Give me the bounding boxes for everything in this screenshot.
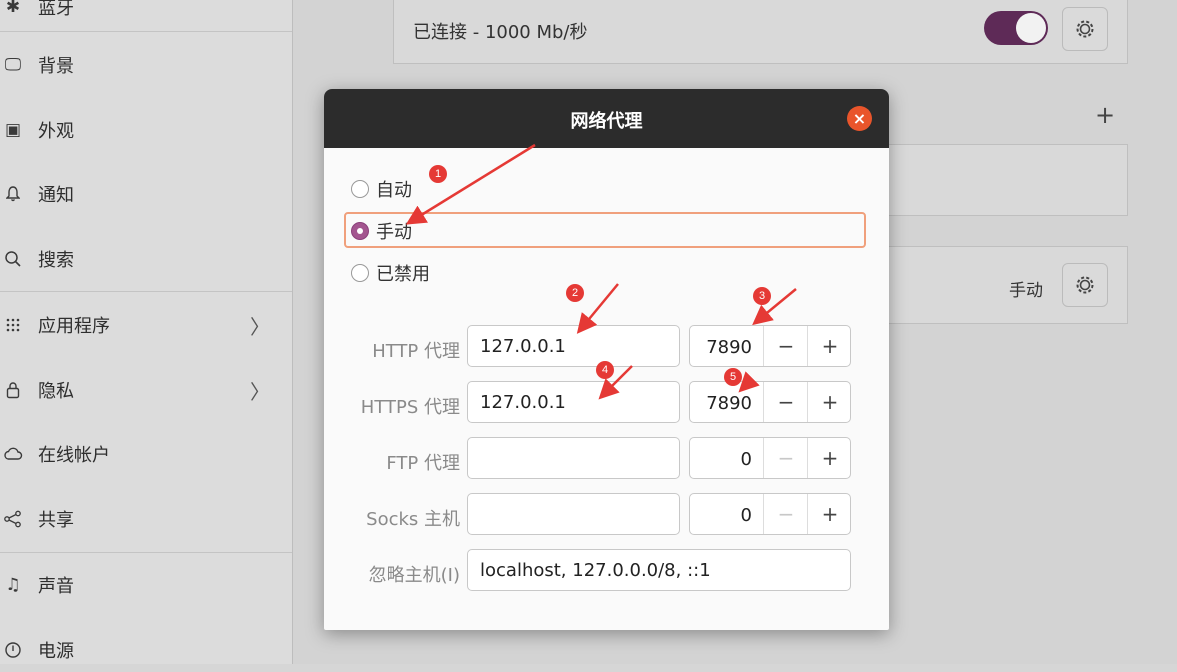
ftp-host-input[interactable] [467, 437, 680, 479]
sidebar-item-label: 外观 [38, 121, 74, 142]
http-proxy-label: HTTP 代理 [372, 341, 460, 362]
radio-label: 已禁用 [376, 264, 430, 285]
radio-label: 自动 [376, 180, 412, 201]
sidebar-item-privacy[interactable]: 隐私 〉 [0, 368, 292, 412]
sidebar-divider [0, 552, 292, 553]
sidebar-item-bluetooth[interactable]: ✱ 蓝牙 [0, 0, 292, 29]
close-button[interactable]: × [847, 106, 872, 131]
port-value[interactable]: 0 [690, 449, 752, 470]
https-host-input[interactable]: 127.0.0.1 [467, 381, 680, 423]
bell-icon [2, 183, 24, 205]
vpn-card [873, 144, 1128, 216]
annotation-badge-2: 2 [566, 284, 584, 302]
socks-host-label: Socks 主机 [366, 509, 460, 530]
sidebar-divider [0, 291, 292, 292]
annotation-badge-5: 5 [724, 368, 742, 386]
dialog-title: 网络代理 [570, 111, 643, 132]
background-icon: 🖵 [4, 55, 22, 75]
sidebar-item-online-accounts[interactable]: 在线帐户 [0, 432, 292, 476]
mode-manual-radio[interactable]: 手动 [351, 218, 412, 244]
close-icon: × [852, 109, 867, 128]
increment-button[interactable]: + [807, 382, 852, 422]
settings-sidebar: ✱ 蓝牙 🖵 背景 ▣ 外观 通知 搜索 应用程序 〉 隐私 〉 在线帐户 共享… [0, 0, 293, 664]
sidebar-item-label: 通知 [38, 185, 74, 206]
radio-label: 手动 [376, 222, 412, 243]
share-icon [2, 508, 24, 530]
wired-connection-card: 已连接 - 1000 Mb/秒 [393, 0, 1128, 64]
sidebar-item-background[interactable]: 🖵 背景 [0, 43, 292, 87]
dialog-header: 网络代理 × [324, 89, 889, 148]
wired-status-text: 已连接 - 1000 Mb/秒 [413, 22, 588, 43]
proxy-card: 手动 [873, 246, 1128, 324]
https-port-spinner[interactable]: 7890 − + [689, 381, 851, 423]
decrement-button[interactable]: − [763, 382, 808, 422]
bluetooth-icon: ✱ [5, 0, 21, 17]
chevron-right-icon: 〉 [250, 314, 270, 339]
annotation-badge-3: 3 [753, 287, 771, 305]
sidebar-item-label: 电源 [38, 641, 74, 662]
socks-port-spinner[interactable]: 0 − + [689, 493, 851, 535]
annotation-badge-1: 1 [429, 165, 447, 183]
wired-settings-button[interactable] [1062, 7, 1108, 51]
sidebar-divider [0, 31, 292, 32]
network-proxy-dialog: 网络代理 × 自动 手动 已禁用 HTTP 代理 127.0.0.1 7890 … [324, 89, 889, 630]
sidebar-item-power[interactable]: 电源 [0, 628, 292, 672]
decrement-button[interactable]: − [763, 326, 808, 366]
http-host-input[interactable]: 127.0.0.1 [467, 325, 680, 367]
sidebar-item-search[interactable]: 搜索 [0, 237, 292, 281]
ftp-proxy-label: FTP 代理 [386, 453, 460, 474]
decrement-button: − [763, 438, 808, 478]
gear-icon [1076, 276, 1094, 294]
wired-toggle[interactable] [984, 11, 1048, 45]
add-vpn-button[interactable]: + [1095, 101, 1115, 129]
sidebar-item-label: 搜索 [38, 250, 74, 271]
lock-icon [2, 379, 24, 401]
sidebar-item-label: 声音 [38, 576, 74, 597]
ignore-hosts-input[interactable]: localhost, 127.0.0.0/8, ::1 [467, 549, 851, 591]
radio-indicator[interactable] [351, 264, 369, 282]
gear-icon [1076, 20, 1094, 38]
mode-disabled-radio[interactable]: 已禁用 [351, 260, 430, 286]
appearance-icon: ▣ [4, 120, 22, 140]
sidebar-item-label: 共享 [38, 510, 74, 531]
increment-button[interactable]: + [807, 438, 852, 478]
socks-host-input[interactable] [467, 493, 680, 535]
power-icon [2, 639, 24, 661]
sidebar-item-sharing[interactable]: 共享 [0, 497, 292, 541]
port-value[interactable]: 7890 [690, 393, 752, 414]
port-value[interactable]: 7890 [690, 337, 752, 358]
increment-button[interactable]: + [807, 326, 852, 366]
sidebar-item-label: 在线帐户 [38, 445, 110, 466]
mode-automatic-radio[interactable]: 自动 [351, 176, 412, 202]
music-note-icon: ♫ [5, 575, 21, 595]
port-value[interactable]: 0 [690, 505, 752, 526]
selected-mode-highlight [344, 212, 866, 248]
chevron-right-icon: 〉 [250, 379, 270, 404]
sidebar-item-notifications[interactable]: 通知 [0, 172, 292, 216]
sidebar-item-label: 应用程序 [38, 316, 110, 337]
cloud-icon [2, 443, 24, 465]
sidebar-item-label: 蓝牙 [38, 0, 74, 19]
proxy-settings-button[interactable] [1062, 263, 1108, 307]
https-proxy-label: HTTPS 代理 [360, 397, 460, 418]
sidebar-item-applications[interactable]: 应用程序 〉 [0, 303, 292, 347]
ftp-port-spinner[interactable]: 0 − + [689, 437, 851, 479]
annotation-badge-4: 4 [596, 361, 614, 379]
search-icon [2, 248, 24, 270]
increment-button[interactable]: + [807, 494, 852, 534]
apps-grid-icon [2, 314, 24, 336]
sidebar-item-appearance[interactable]: ▣ 外观 [0, 108, 292, 152]
sidebar-item-label: 隐私 [38, 381, 74, 402]
radio-indicator[interactable] [351, 222, 369, 240]
ignore-hosts-label: 忽略主机(I) [368, 565, 460, 586]
sidebar-item-sound[interactable]: ♫ 声音 [0, 563, 292, 607]
proxy-mode-text: 手动 [1009, 281, 1043, 301]
sidebar-item-label: 背景 [38, 56, 74, 77]
decrement-button: − [763, 494, 808, 534]
radio-indicator[interactable] [351, 180, 369, 198]
http-port-spinner[interactable]: 7890 − + [689, 325, 851, 367]
